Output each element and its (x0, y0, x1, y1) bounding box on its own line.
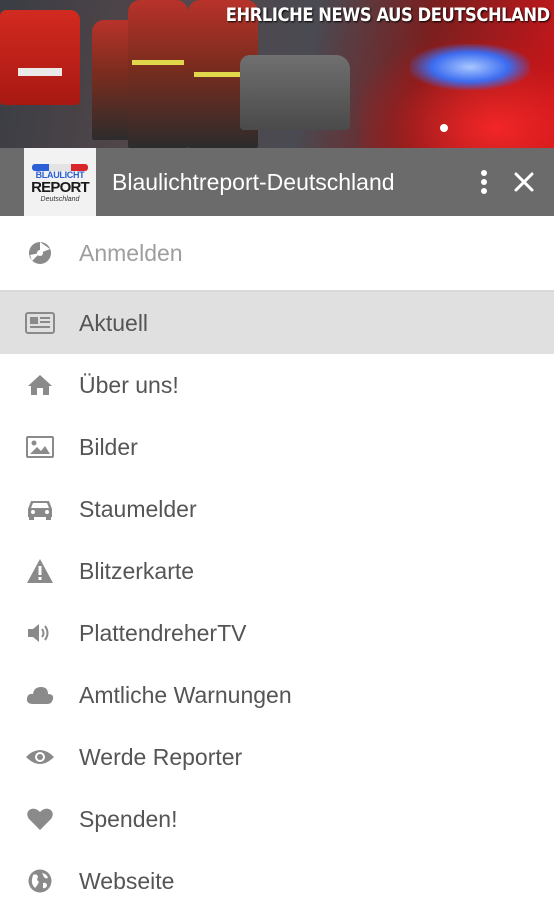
menu-item-label: Staumelder (79, 495, 197, 522)
menu-item-ueber-uns[interactable]: Über uns! (0, 354, 554, 416)
menu-item-label: Anmelden (79, 239, 183, 266)
menu-item-plattendrehertv[interactable]: PlattendreherTV (0, 602, 554, 664)
menu-item-aktuell[interactable]: Aktuell (0, 292, 554, 354)
warning-icon (25, 556, 55, 586)
menu-item-blitzerkarte[interactable]: Blitzerkarte (0, 540, 554, 602)
more-options-button[interactable] (464, 148, 504, 216)
menu-item-webseite[interactable]: Webseite (0, 850, 554, 912)
car-icon (25, 494, 55, 524)
menu-item-anmelden[interactable]: Anmelden (0, 216, 554, 292)
banner-tagline: EHRLICHE NEWS AUS DEUTSCHLAND (225, 4, 550, 26)
menu-item-spenden[interactable]: Spenden! (0, 788, 554, 850)
close-button[interactable] (504, 148, 544, 216)
image-icon (25, 432, 55, 462)
menu-item-label: Amtliche Warnungen (79, 681, 292, 708)
damaged-car-graphic (240, 55, 350, 130)
volume-icon (25, 618, 55, 648)
menu-item-werde-reporter[interactable]: Werde Reporter (0, 726, 554, 788)
eye-icon (25, 742, 55, 772)
navigation-drawer-menu: Anmelden Aktuell Über uns! Bilder Staume… (0, 216, 554, 912)
menu-item-label: Blitzerkarte (79, 557, 195, 584)
cloud-icon (25, 680, 55, 710)
globe-icon (25, 866, 55, 896)
menu-item-label: Webseite (79, 867, 175, 894)
home-icon (25, 370, 55, 400)
menu-item-amtliche-warnungen[interactable]: Amtliche Warnungen (0, 664, 554, 726)
menu-item-label: Über uns! (79, 371, 179, 398)
menu-item-label: Aktuell (79, 309, 149, 336)
fire-truck-graphic (0, 10, 80, 105)
reflective-stripe (132, 60, 184, 65)
app-bar: BLAULICHT REPORT Deutschland Blaulichtre… (0, 148, 554, 216)
app-title: Blaulichtreport-Deutschland (112, 168, 395, 195)
app-logo: BLAULICHT REPORT Deutschland (24, 148, 96, 216)
newspaper-icon (25, 308, 55, 338)
header-banner-image: EHRLICHE NEWS AUS DEUTSCHLAND (0, 0, 554, 148)
close-icon (514, 172, 534, 192)
more-vert-icon (481, 170, 487, 194)
logo-text-report: REPORT (31, 179, 90, 196)
menu-item-label: Spenden! (79, 805, 178, 832)
menu-item-label: PlattendreherTV (79, 619, 247, 646)
menu-item-staumelder[interactable]: Staumelder (0, 478, 554, 540)
menu-item-bilder[interactable]: Bilder (0, 416, 554, 478)
firefighter-graphic (128, 0, 188, 148)
logo-text-deutschland: Deutschland (40, 196, 80, 203)
menu-item-label: Werde Reporter (79, 743, 243, 770)
menu-item-label: Bilder (79, 433, 138, 460)
blue-light-graphic (410, 44, 530, 90)
login-icon (25, 238, 55, 268)
heart-icon (25, 804, 55, 834)
carousel-indicator-dot[interactable] (440, 124, 448, 132)
